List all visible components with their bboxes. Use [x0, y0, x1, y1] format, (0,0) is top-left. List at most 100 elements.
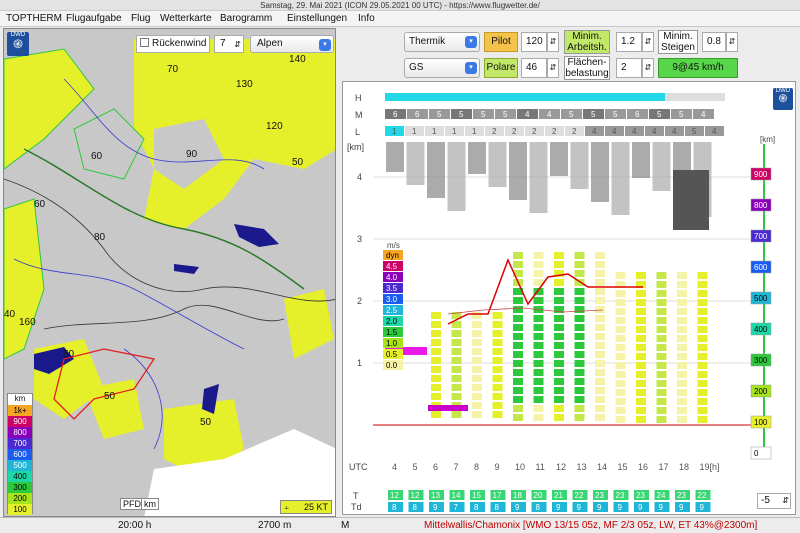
legend-unit: km: [14, 394, 26, 403]
wind-badge-text: 25 KT: [303, 502, 328, 512]
min-climb-stepper-icon[interactable]: ⇵: [726, 32, 738, 52]
climb-cell: [697, 344, 708, 351]
dew-value: 9: [515, 503, 520, 512]
mode-select[interactable]: Thermik ▾: [404, 32, 480, 52]
climb-cell: [615, 317, 626, 324]
chevron-down-icon: ▾: [319, 39, 331, 51]
x-tick-label: 11: [536, 462, 545, 472]
climb-cell: [595, 252, 605, 259]
cloud-l-value: 2: [512, 127, 517, 136]
cloud-m-value: 6: [393, 110, 398, 119]
pilot-stepper-icon[interactable]: ⇵: [547, 32, 559, 52]
cloud-m-value: 4: [547, 110, 552, 119]
climb-cell: [677, 407, 687, 414]
climb-cell: [656, 407, 667, 414]
tailwind-label: Rückenwind: [152, 38, 207, 49]
climb-cell: [533, 387, 544, 394]
cloud-cover-block: [673, 170, 709, 230]
temp-value: 22: [698, 491, 707, 500]
temp-value: 20: [534, 491, 543, 500]
map-legend: km 1k+ 900 800 700 600 500 400 300 200 100: [7, 393, 33, 515]
climb-cell: [595, 414, 605, 421]
climb-cell: [492, 357, 503, 364]
min-climb-label-line1: Minim.: [663, 31, 693, 42]
menu-wetterkarte[interactable]: Wetterkarte: [160, 13, 212, 24]
km-label[interactable]: km: [141, 498, 159, 510]
climb-cell: [472, 339, 482, 346]
legend-item: 800: [8, 427, 32, 438]
polar-stepper-icon[interactable]: ⇵: [547, 58, 559, 78]
wing-load-value[interactable]: 2: [616, 58, 642, 78]
menu-info[interactable]: Info: [358, 13, 375, 24]
right-scale-label: 600: [754, 263, 768, 272]
climb-cell: [595, 297, 605, 304]
temp-value: 24: [657, 491, 666, 500]
x-tick-label: 8: [474, 462, 479, 472]
climb-cell: [472, 348, 482, 355]
climb-cell: [574, 333, 585, 340]
polar-value[interactable]: 46: [521, 58, 547, 78]
climb-cell: [697, 407, 708, 414]
contour-label: 160: [19, 317, 36, 328]
climb-cell: [636, 389, 646, 396]
climb-cell: [615, 326, 626, 333]
temp-row-label: T: [353, 491, 359, 501]
menu-toptherm[interactable]: TOPTHERM: [6, 13, 62, 24]
dew-value: 8: [392, 503, 397, 512]
climb-cell: [513, 396, 523, 403]
cloud-cover-block: [488, 142, 507, 187]
menu-flugaufgabe[interactable]: Flugaufgabe: [66, 13, 122, 24]
climb-cell: [656, 272, 667, 279]
min-work-stepper-icon[interactable]: ⇵: [642, 32, 654, 52]
climb-cell: [697, 416, 708, 423]
dwd-logo: DWD ֎: [773, 88, 793, 110]
wing-load-stepper-icon[interactable]: ⇵: [642, 58, 654, 78]
climb-cell: [615, 272, 626, 279]
weather-map[interactable]: 70 140 130 120 60 90 50 60 80 40 160 50 …: [3, 28, 336, 517]
stepper-arrows-icon[interactable]: ⇵: [234, 37, 241, 53]
legend-item: 900: [8, 416, 32, 427]
status-bar: 20:00 h 2700 m M Mittelwallis/Chamonix […: [0, 517, 800, 533]
menu-flug[interactable]: Flug: [131, 13, 150, 24]
climb-cell: [533, 333, 544, 340]
region-select[interactable]: Alpen ▾: [250, 35, 334, 53]
min-climb-value[interactable]: 0.8: [702, 32, 726, 52]
pilot-value[interactable]: 120: [521, 32, 547, 52]
right-scale-unit: [km]: [760, 135, 775, 144]
thermal-chart[interactable]: H M L 6 6 5 5 5 5 4 4 5 5 5 6 5 5 4 1 1 1 1 1 2 2 2 2 2 4 4 4 4 4 5 4 [km] 1…: [342, 81, 796, 515]
climb-cell: [513, 414, 523, 421]
cloud-l-value: 2: [552, 127, 557, 136]
legend-item: 300: [8, 482, 32, 493]
climb-cell: [554, 369, 564, 376]
min-work-value[interactable]: 1.2: [616, 32, 642, 52]
right-scale-label: 100: [754, 418, 768, 427]
tailwind-checkbox[interactable]: Rückenwind: [136, 35, 210, 53]
glider-select[interactable]: GS ▾: [404, 58, 480, 78]
menu-einstellungen[interactable]: Einstellungen: [287, 13, 347, 24]
menu-barogramm[interactable]: Barogramm: [220, 13, 272, 24]
climb-cell: [595, 261, 605, 268]
x-tick-label: 15: [618, 462, 628, 472]
dew-value: 8: [536, 503, 541, 512]
cloud-l-value: 1: [412, 127, 417, 136]
cloud-l-value: 1: [472, 127, 477, 136]
climb-cell: [554, 279, 564, 286]
climb-cell: [636, 308, 646, 315]
offset-stepper[interactable]: -5 ⇵: [757, 493, 791, 509]
climb-cell: [697, 290, 708, 297]
climb-cell: [677, 344, 687, 351]
dew-value: 9: [577, 503, 582, 512]
climb-cell: [595, 405, 605, 412]
tailwind-stepper[interactable]: 7 ⇵: [214, 35, 244, 53]
right-scale-label: 900: [754, 170, 768, 179]
climb-cell: [697, 362, 708, 369]
legend-items: 1k+ 900 800 700 600 500 400 300 200 100: [8, 405, 32, 515]
min-work-label: Minim. Arbeitsh.: [564, 30, 610, 54]
climb-legend-label: 2.0: [386, 317, 398, 326]
climb-cell: [595, 288, 605, 295]
x-tick-label: 17: [659, 462, 669, 472]
x-tick-label: 18: [679, 462, 689, 472]
cloud-cover-block: [427, 142, 445, 198]
climb-cell: [677, 398, 687, 405]
climb-cell: [574, 387, 585, 394]
